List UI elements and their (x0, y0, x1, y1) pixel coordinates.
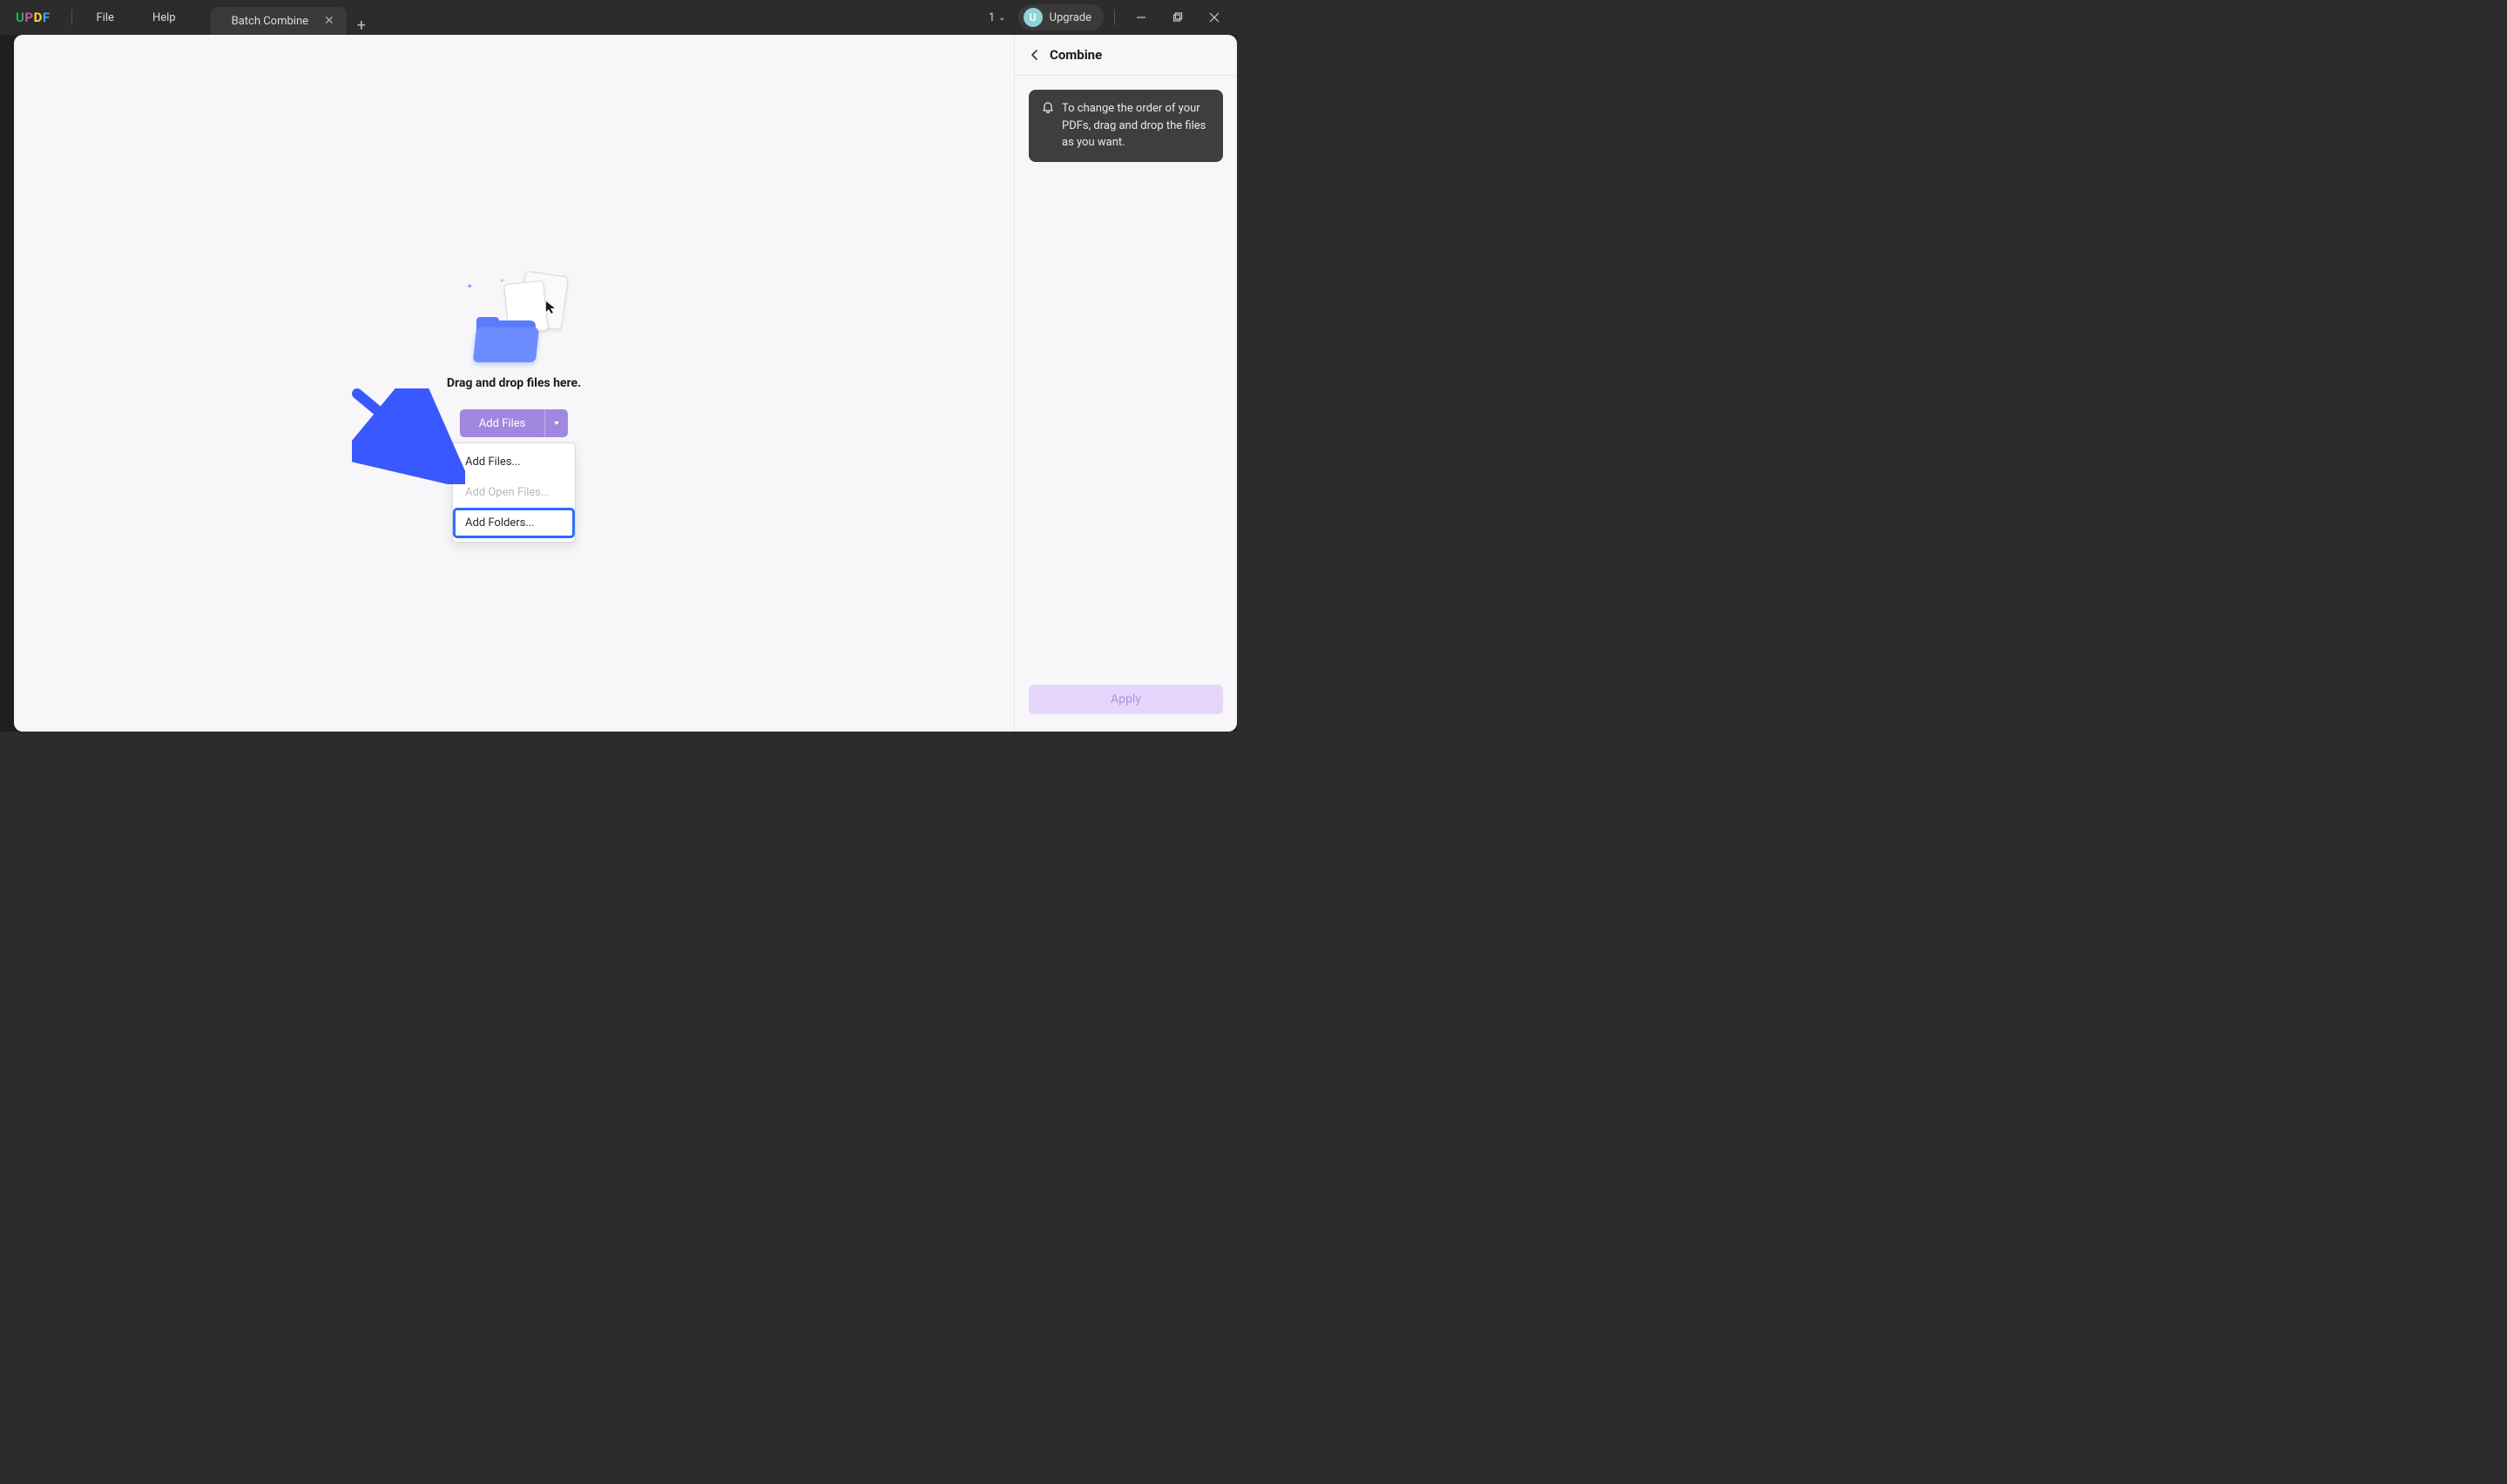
minimize-button[interactable] (1125, 0, 1157, 35)
side-title: Combine (1050, 47, 1102, 63)
logo-p: P (24, 10, 33, 25)
titlebar: UPDF File Help Batch Combine ✕ + 1 ⌄ U U… (0, 0, 1237, 35)
side-header: Combine (1015, 35, 1237, 76)
apply-button[interactable]: Apply (1029, 685, 1223, 714)
upgrade-button[interactable]: U Upgrade (1018, 4, 1104, 30)
back-icon[interactable] (1029, 49, 1041, 61)
close-icon (1209, 12, 1220, 23)
app-logo: UPDF (0, 10, 66, 25)
bell-icon (1041, 101, 1055, 115)
new-tab-button[interactable]: + (347, 17, 376, 35)
apply-wrap: Apply (1015, 674, 1237, 732)
window-count[interactable]: 1 ⌄ (982, 11, 1013, 24)
drop-text: Drag and drop files here. (447, 376, 581, 390)
add-files-dropdown: Add Files... Add Open Files... Add Folde… (452, 442, 576, 543)
drop-illustration: ✦ ✦ (457, 273, 571, 361)
tab-batch-combine[interactable]: Batch Combine ✕ (211, 7, 347, 35)
tip-box: To change the order of your PDFs, drag a… (1029, 90, 1223, 162)
logo-u: U (16, 10, 24, 25)
avatar: U (1024, 8, 1043, 27)
add-files-label: Add Files (460, 409, 544, 437)
drop-zone: ✦ ✦ Drag and drop files here. Add Files (447, 273, 581, 437)
dropdown-add-files[interactable]: Add Files... (453, 447, 575, 477)
maximize-icon (1172, 12, 1183, 23)
minimize-icon (1136, 12, 1146, 23)
tab-title: Batch Combine (232, 15, 308, 28)
tab-strip: Batch Combine ✕ + (211, 0, 376, 35)
cursor-icon (544, 300, 560, 315)
close-button[interactable] (1199, 0, 1230, 35)
chevron-down-icon: ⌄ (998, 13, 1005, 23)
logo-d: D (34, 10, 43, 25)
separator (71, 10, 72, 25)
workspace: ✦ ✦ Drag and drop files here. Add Files (0, 35, 1237, 732)
menu-help[interactable]: Help (133, 11, 195, 24)
tab-close-icon[interactable]: ✕ (324, 14, 334, 28)
app-window: UPDF File Help Batch Combine ✕ + 1 ⌄ U U… (0, 0, 1237, 732)
dropdown-add-folders[interactable]: Add Folders... (453, 508, 575, 538)
separator (1114, 10, 1115, 25)
maximize-button[interactable] (1162, 0, 1193, 35)
add-files-dropdown-toggle[interactable] (545, 409, 568, 437)
tip-text: To change the order of your PDFs, drag a… (1062, 100, 1211, 152)
dropdown-add-open-files: Add Open Files... (453, 477, 575, 508)
sparkle-icon: ✦ (466, 282, 473, 292)
sparkle-icon: ✦ (499, 277, 505, 285)
titlebar-right: 1 ⌄ U Upgrade (982, 0, 1237, 35)
upgrade-label: Upgrade (1050, 11, 1091, 24)
folder-icon (473, 327, 539, 362)
main-area[interactable]: ✦ ✦ Drag and drop files here. Add Files (14, 35, 1014, 732)
side-panel: Combine To change the order of your PDFs… (1014, 35, 1237, 732)
add-files-button[interactable]: Add Files (460, 409, 568, 437)
add-files-wrap: Add Files Add Files... Add Open Files...… (460, 409, 568, 437)
count-value: 1 (989, 11, 995, 24)
menu-file[interactable]: File (78, 11, 133, 24)
logo-f: F (43, 10, 51, 25)
caret-down-icon (553, 420, 560, 427)
